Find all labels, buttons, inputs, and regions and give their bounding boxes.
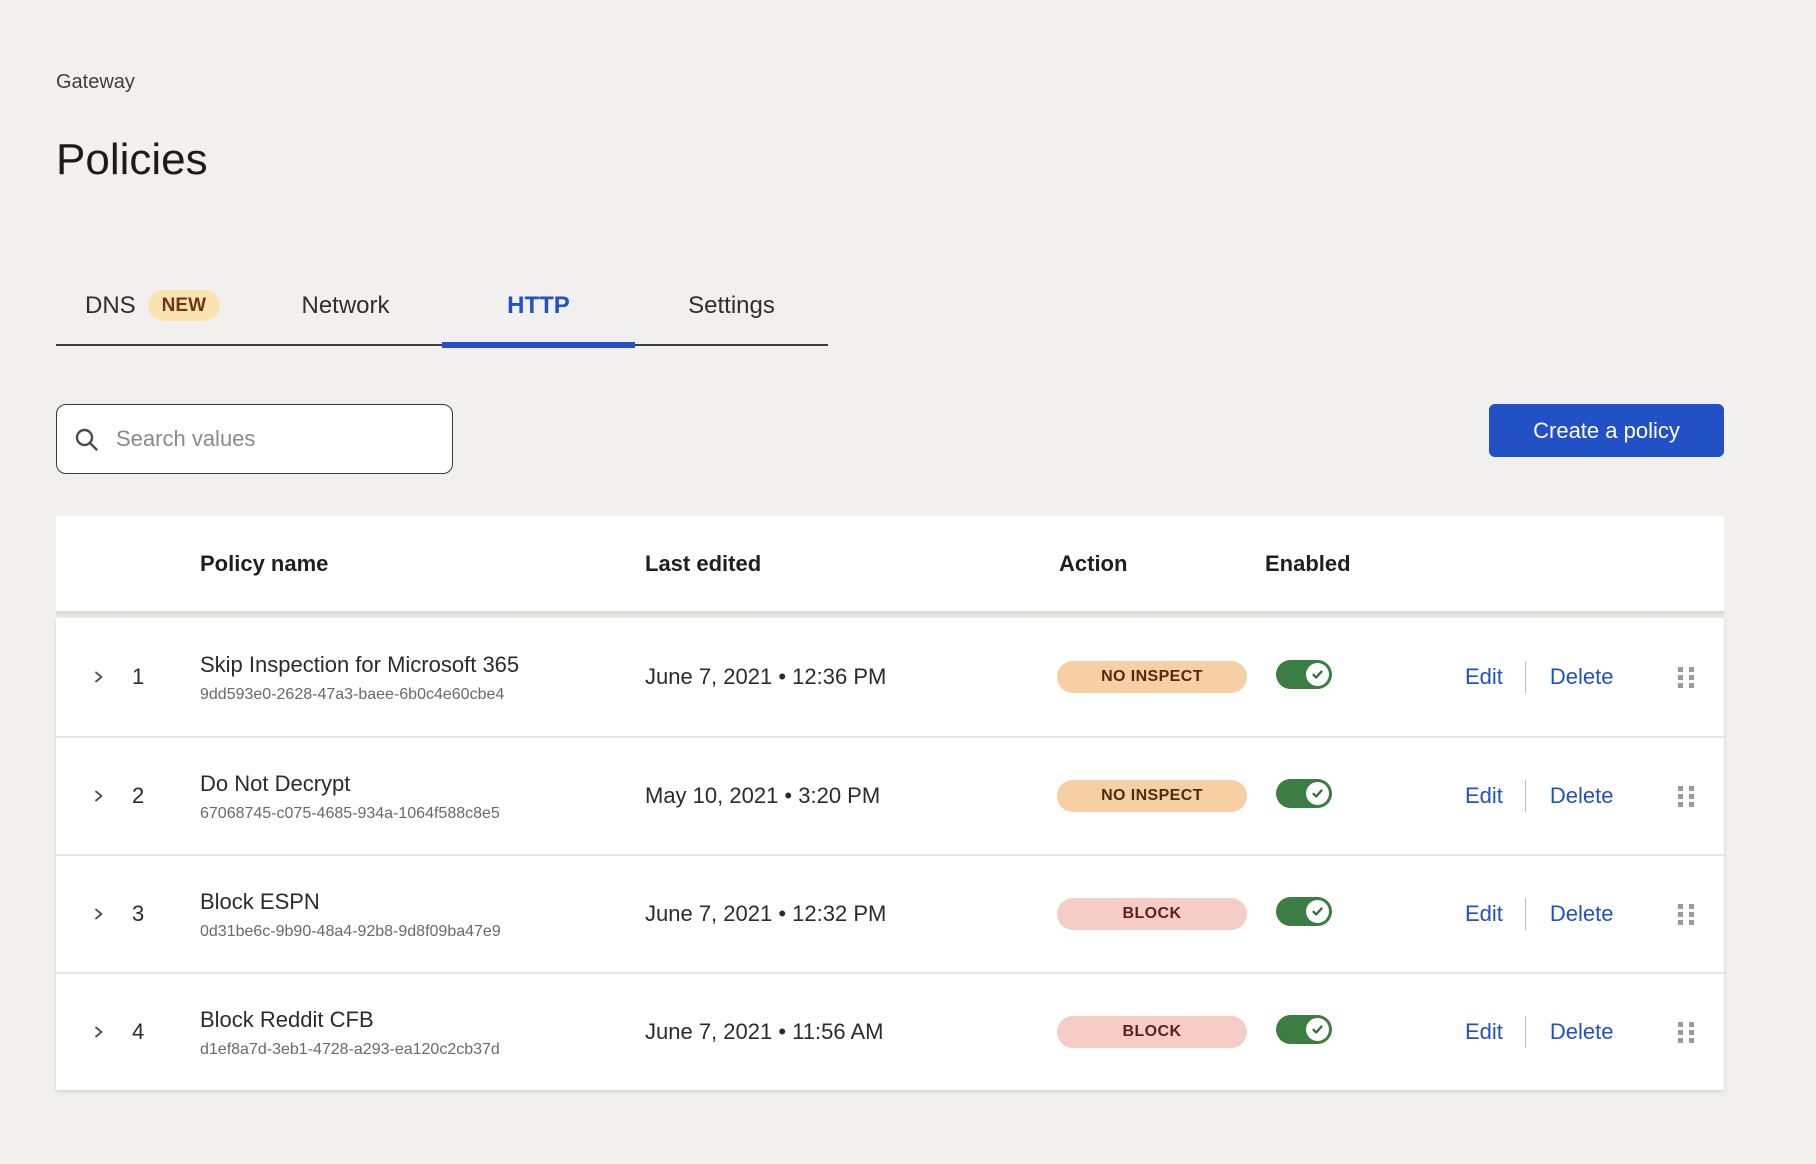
delete-link[interactable]: Delete	[1550, 664, 1614, 690]
toggle-check-icon	[1306, 1018, 1329, 1041]
expand-chevron-icon[interactable]	[90, 788, 106, 804]
link-divider	[1525, 780, 1526, 812]
action-badge: BLOCK	[1057, 1016, 1247, 1048]
gateway-policies-page: Gateway Policies DNS NEW Network HTTP Se…	[0, 0, 1780, 1090]
link-divider	[1525, 898, 1526, 930]
policy-name: Block Reddit CFB	[200, 1006, 645, 1034]
table-row: 3 Block ESPN 0d31be6c-9b90-48a4-92b8-9d8…	[56, 854, 1724, 972]
page-title: Policies	[56, 134, 1780, 186]
edit-link[interactable]: Edit	[1465, 783, 1503, 809]
enabled-toggle[interactable]	[1276, 1015, 1332, 1044]
search-box[interactable]	[56, 404, 453, 474]
toggle-check-icon	[1306, 900, 1329, 923]
table-row: 1 Skip Inspection for Microsoft 365 9dd5…	[56, 618, 1724, 736]
enabled-toggle[interactable]	[1276, 779, 1332, 808]
expand-chevron-icon[interactable]	[90, 669, 106, 685]
tab-label: DNS	[85, 292, 136, 320]
policy-id: 0d31be6c-9b90-48a4-92b8-9d8f09ba47e9	[200, 923, 645, 941]
edit-link[interactable]: Edit	[1465, 1019, 1503, 1045]
policy-id: d1ef8a7d-3eb1-4728-a293-ea120c2cb37d	[200, 1041, 645, 1059]
policy-name: Skip Inspection for Microsoft 365	[200, 651, 645, 679]
drag-handle-icon[interactable]	[1678, 1022, 1694, 1043]
toggle-check-icon	[1306, 782, 1329, 805]
delete-link[interactable]: Delete	[1550, 901, 1614, 927]
edit-link[interactable]: Edit	[1465, 901, 1503, 927]
action-badge: BLOCK	[1057, 898, 1247, 930]
row-number: 1	[132, 664, 144, 690]
last-edited: June 7, 2021 • 11:56 AM	[645, 1019, 1057, 1045]
action-badge: NO INSPECT	[1057, 661, 1247, 693]
column-header-enabled: Enabled	[1265, 551, 1465, 577]
create-policy-button[interactable]: Create a policy	[1489, 404, 1724, 457]
column-header-policy-name: Policy name	[200, 551, 645, 577]
enabled-toggle[interactable]	[1276, 897, 1332, 926]
row-number: 2	[132, 783, 144, 809]
drag-handle-icon[interactable]	[1678, 904, 1694, 925]
header-shadow-divider	[56, 611, 1724, 618]
expand-chevron-icon[interactable]	[90, 1024, 106, 1040]
tab-http[interactable]: HTTP	[442, 284, 635, 344]
new-badge: NEW	[148, 290, 220, 321]
column-header-action: Action	[1057, 551, 1265, 577]
table-body: 1 Skip Inspection for Microsoft 365 9dd5…	[56, 618, 1724, 1090]
policies-table: Policy name Last edited Action Enabled 1…	[56, 516, 1724, 1090]
tab-dns[interactable]: DNS NEW	[56, 284, 249, 344]
search-input[interactable]	[114, 425, 436, 453]
last-edited: June 7, 2021 • 12:36 PM	[645, 664, 1057, 690]
link-divider	[1525, 1016, 1526, 1048]
tab-label: Network	[301, 292, 389, 320]
tab-settings[interactable]: Settings	[635, 284, 828, 344]
breadcrumb: Gateway	[56, 0, 1780, 94]
last-edited: May 10, 2021 • 3:20 PM	[645, 783, 1057, 809]
delete-link[interactable]: Delete	[1550, 783, 1614, 809]
tab-bar: DNS NEW Network HTTP Settings	[56, 284, 828, 346]
last-edited: June 7, 2021 • 12:32 PM	[645, 901, 1057, 927]
drag-handle-icon[interactable]	[1678, 786, 1694, 807]
toggle-check-icon	[1306, 663, 1329, 686]
drag-handle-icon[interactable]	[1678, 667, 1694, 688]
table-row: 4 Block Reddit CFB d1ef8a7d-3eb1-4728-a2…	[56, 972, 1724, 1090]
row-number: 3	[132, 901, 144, 927]
delete-link[interactable]: Delete	[1550, 1019, 1614, 1045]
action-badge: NO INSPECT	[1057, 780, 1247, 812]
table-row: 2 Do Not Decrypt 67068745-c075-4685-934a…	[56, 736, 1724, 854]
edit-link[interactable]: Edit	[1465, 664, 1503, 690]
row-number: 4	[132, 1019, 144, 1045]
policy-id: 67068745-c075-4685-934a-1064f588c8e5	[200, 805, 645, 823]
column-header-last-edited: Last edited	[645, 551, 1057, 577]
policy-name: Block ESPN	[200, 888, 645, 916]
link-divider	[1525, 661, 1526, 693]
tab-label: Settings	[688, 292, 775, 320]
tab-network[interactable]: Network	[249, 284, 442, 344]
table-header: Policy name Last edited Action Enabled	[56, 516, 1724, 611]
search-icon	[73, 426, 100, 453]
enabled-toggle[interactable]	[1276, 660, 1332, 689]
toolbar: Create a policy	[56, 404, 1724, 474]
policy-id: 9dd593e0-2628-47a3-baee-6b0c4e60cbe4	[200, 686, 645, 704]
expand-chevron-icon[interactable]	[90, 906, 106, 922]
policy-name: Do Not Decrypt	[200, 770, 645, 798]
tab-label: HTTP	[507, 292, 570, 320]
